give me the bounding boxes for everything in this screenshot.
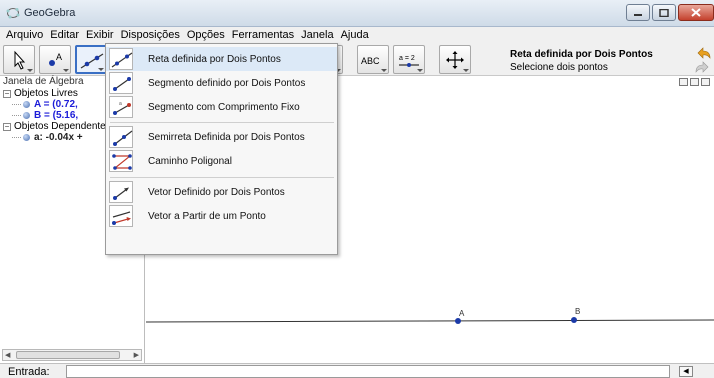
segment-fixed-length-icon: a (113, 101, 131, 115)
svg-text:ABC: ABC (361, 56, 380, 66)
visibility-toggle-icon[interactable] (23, 112, 30, 119)
line-through-two-points-icon (111, 52, 133, 68)
move-view-tool-button[interactable] (439, 45, 471, 74)
title-bar: GeoGebra (0, 0, 714, 27)
point-b[interactable] (571, 317, 577, 323)
menu-bar: Arquivo Editar Exibir Disposições Opções… (0, 27, 714, 43)
maximize-icon (659, 8, 669, 17)
dropdown-item-segment-fixed[interactable]: a Segmento com Comprimento Fixo (106, 95, 337, 119)
menu-janela[interactable]: Janela (301, 29, 333, 41)
move-tool-button[interactable] (3, 45, 35, 74)
tool-description-hint: Selecione dois pontos (510, 62, 608, 73)
menu-disposicoes[interactable]: Disposições (121, 29, 180, 41)
point-tool-button[interactable]: A (39, 45, 71, 74)
vector-from-point-icon (112, 211, 131, 225)
input-help-icon[interactable]: ◀ (679, 366, 693, 377)
close-icon (691, 8, 701, 17)
tool-description: Reta definida por Dois Pontos Selecione … (510, 49, 653, 73)
free-objects-header[interactable]: − Objetos Livres (3, 88, 78, 99)
svg-text:a = 2: a = 2 (399, 55, 415, 62)
point-b-label: B (575, 307, 580, 316)
tool-description-title: Reta definida por Dois Pontos (510, 49, 653, 60)
line-a[interactable] (146, 319, 714, 323)
geogebra-logo-icon (6, 8, 20, 19)
minimize-icon (634, 13, 642, 16)
scroll-right-icon[interactable]: ▶ (134, 351, 139, 359)
redo-icon[interactable] (694, 61, 712, 73)
algebra-item-line-a[interactable]: a: -0.04x + (12, 132, 83, 143)
input-field[interactable] (66, 365, 670, 378)
line-tools-dropdown: Reta definida por Dois Pontos Segmento d… (105, 43, 338, 255)
collapse-icon[interactable]: − (3, 122, 11, 131)
window-title: GeoGebra (24, 7, 76, 19)
algebra-item-a[interactable]: A = (0.72, (12, 99, 78, 110)
input-label: Entrada: (8, 366, 50, 378)
maximize-button[interactable] (652, 4, 676, 21)
vector-two-points-icon (113, 187, 129, 200)
svg-text:A: A (56, 52, 62, 62)
point-a-label: A (459, 309, 465, 318)
dropdown-item-vector-from-point[interactable]: Vetor a Partir de um Ponto (106, 204, 337, 228)
polyline-icon (112, 154, 132, 170)
dropdown-item-vector[interactable]: Vetor Definido por Dois Pontos (106, 180, 337, 204)
dropdown-item-ray[interactable]: Semirreta Definida por Dois Pontos (106, 125, 337, 149)
dropdown-item-segment[interactable]: Segmento definido por Dois Pontos (106, 71, 337, 95)
segment-two-points-icon (113, 77, 131, 91)
undo-icon[interactable] (694, 47, 712, 59)
slider-tool-icon: a = 2 (399, 55, 419, 67)
menu-editar[interactable]: Editar (50, 29, 79, 41)
algebra-horizontal-scrollbar[interactable]: ◀ ▶ (2, 349, 142, 361)
move-graphics-view-tool-icon (446, 51, 464, 69)
menu-ferramentas[interactable]: Ferramentas (232, 29, 294, 41)
collapse-icon[interactable]: − (3, 89, 11, 98)
minimize-button[interactable] (626, 4, 650, 21)
menu-ajuda[interactable]: Ajuda (341, 29, 369, 41)
insert-text-tool-icon: ABC (361, 56, 380, 66)
text-tool-button[interactable]: ABC (357, 45, 389, 74)
close-button[interactable] (678, 4, 714, 21)
algebra-view-title: Janela de Álgebra (3, 76, 84, 87)
algebra-item-b[interactable]: B = (5.16, (12, 110, 78, 121)
svg-text:a: a (119, 101, 122, 107)
point-a[interactable] (455, 318, 461, 324)
scroll-left-icon[interactable]: ◀ (5, 351, 10, 359)
slider-tool-button[interactable]: a = 2 (393, 45, 425, 74)
visibility-toggle-icon[interactable] (23, 134, 30, 141)
scroll-thumb[interactable] (16, 351, 120, 359)
line-tool-button[interactable] (75, 45, 107, 74)
new-point-tool-icon: A (49, 52, 62, 66)
ray-two-points-icon (113, 130, 133, 146)
menu-arquivo[interactable]: Arquivo (6, 29, 43, 41)
menu-opcoes[interactable]: Opções (187, 29, 225, 41)
dropdown-item-polyline[interactable]: Caminho Poligonal (106, 149, 337, 173)
input-bar: Entrada: ◀ (0, 363, 714, 378)
menu-exibir[interactable]: Exibir (86, 29, 114, 41)
dependent-objects-header[interactable]: − Objetos Dependentes (3, 121, 111, 132)
move-tool-icon (14, 50, 26, 70)
visibility-toggle-icon[interactable] (23, 101, 30, 108)
dropdown-item-line[interactable]: Reta definida por Dois Pontos (106, 47, 337, 71)
